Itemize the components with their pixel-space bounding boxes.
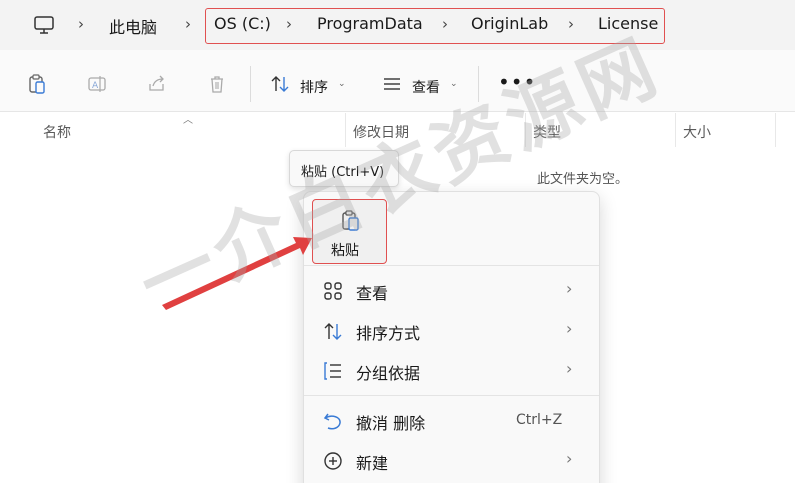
breadcrumb-license[interactable]: License (598, 14, 658, 33)
menu-item-sort-by[interactable]: 排序方式 › (308, 311, 595, 349)
menu-item-group-by[interactable]: 分组依据 › (308, 351, 595, 389)
sort-button-label[interactable]: 排序 (300, 77, 328, 97)
column-divider[interactable] (525, 113, 526, 147)
computer-icon[interactable] (33, 14, 55, 36)
column-header-name[interactable]: 名称 (43, 122, 71, 142)
chevron-down-icon[interactable]: ⌄ (450, 79, 458, 89)
column-divider[interactable] (775, 113, 776, 147)
breadcrumb-separator[interactable]: › (568, 15, 574, 33)
chevron-down-icon[interactable]: ⌄ (338, 79, 346, 89)
menu-divider (304, 395, 599, 396)
sort-icon (324, 323, 342, 340)
menu-item-new[interactable]: 新建 › (308, 441, 595, 479)
address-bar: › 此电脑 › OS (C:) › ProgramData › OriginLa… (0, 0, 795, 50)
breadcrumb-separator[interactable]: › (78, 15, 84, 33)
breadcrumb-this-pc[interactable]: 此电脑 (109, 14, 157, 38)
chevron-right-icon: › (566, 449, 573, 468)
chevron-right-icon: › (566, 279, 573, 298)
column-header-row: ︿ 名称 修改日期 类型 大小 (0, 113, 795, 147)
grid-icon (324, 282, 342, 300)
view-list-icon[interactable] (382, 74, 402, 94)
sort-icon[interactable] (270, 74, 290, 94)
chevron-right-icon: › (566, 359, 573, 378)
share-icon[interactable] (147, 74, 167, 94)
breadcrumb-programdata[interactable]: ProgramData (317, 14, 423, 33)
clipboard-paste-icon[interactable] (27, 74, 47, 94)
column-header-modified[interactable]: 修改日期 (353, 122, 409, 142)
context-menu: 粘贴 查看 › 排序方式 › 分组依据 › 撤消 删除 Ctrl+Z 新建 › (303, 191, 600, 483)
undo-icon (323, 413, 341, 430)
paste-button[interactable]: 粘贴 (312, 199, 387, 264)
column-divider[interactable] (345, 113, 346, 147)
rename-icon[interactable]: A (87, 74, 107, 94)
chevron-right-icon: › (566, 319, 573, 338)
sort-ascending-icon: ︿ (183, 115, 193, 126)
more-options-button[interactable]: ••• (498, 70, 536, 94)
breadcrumb-originlab[interactable]: OriginLab (471, 14, 548, 33)
empty-folder-message: 此文件夹为空。 (537, 172, 629, 187)
breadcrumb-separator[interactable]: › (185, 15, 191, 33)
clipboard-paste-icon (342, 210, 359, 231)
menu-item-label: 排序方式 (356, 324, 421, 343)
menu-item-view[interactable]: 查看 › (308, 271, 595, 309)
menu-item-label: 查看 (356, 284, 389, 303)
menu-item-label: 新建 (356, 454, 389, 473)
svg-text:A: A (92, 81, 99, 91)
menu-item-label: 撤消 删除 (356, 414, 426, 433)
column-header-size[interactable]: 大小 (683, 122, 711, 142)
group-icon (324, 362, 341, 380)
command-bar: A 排序 ⌄ 查看 ⌄ ••• (0, 50, 795, 112)
breadcrumb-separator[interactable]: › (442, 15, 448, 33)
view-button-label[interactable]: 查看 (412, 77, 440, 97)
column-header-type[interactable]: 类型 (533, 122, 561, 142)
breadcrumb-highlight-box (205, 8, 665, 44)
menu-item-undo-delete[interactable]: 撤消 删除 Ctrl+Z (308, 401, 595, 439)
toolbar-divider (250, 66, 251, 102)
menu-item-label: 分组依据 (356, 364, 421, 383)
breadcrumb-separator[interactable]: › (286, 15, 292, 33)
breadcrumb-os-c[interactable]: OS (C:) (214, 14, 271, 33)
paste-tooltip: 粘贴 (Ctrl+V) (289, 150, 399, 187)
shortcut-label: Ctrl+Z (516, 412, 563, 428)
add-circle-icon (324, 452, 342, 470)
column-divider[interactable] (675, 113, 676, 147)
paste-label: 粘贴 (331, 243, 359, 259)
toolbar-divider (478, 66, 479, 102)
menu-divider (304, 265, 599, 266)
delete-icon[interactable] (207, 74, 227, 94)
